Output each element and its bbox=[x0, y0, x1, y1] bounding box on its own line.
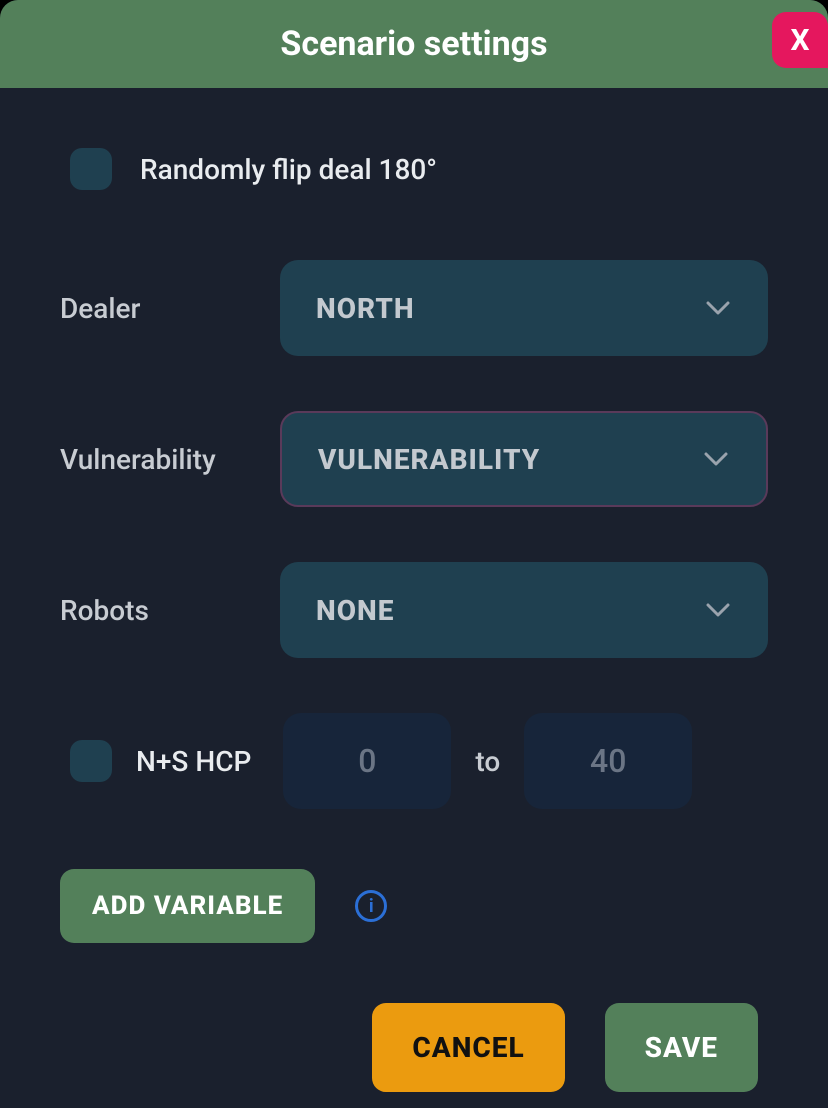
random-flip-checkbox[interactable] bbox=[70, 148, 112, 190]
dealer-value: NORTH bbox=[316, 292, 415, 325]
modal-title: Scenario settings bbox=[280, 24, 547, 64]
vulnerability-value: VULNERABILITY bbox=[318, 443, 540, 476]
close-button[interactable]: X bbox=[772, 12, 828, 68]
cancel-button[interactable]: CANCEL bbox=[372, 1003, 564, 1092]
robots-select[interactable]: NONE bbox=[280, 562, 768, 658]
hcp-max-input[interactable] bbox=[524, 713, 692, 809]
modal-footer: CANCEL SAVE bbox=[60, 1003, 768, 1092]
modal-body: Randomly flip deal 180° Dealer NORTH Vul… bbox=[0, 88, 828, 1108]
dealer-select[interactable]: NORTH bbox=[280, 260, 768, 356]
hcp-label: N+S HCP bbox=[136, 745, 251, 778]
random-flip-label: Randomly flip deal 180° bbox=[140, 153, 437, 186]
chevron-down-icon bbox=[704, 294, 732, 322]
add-variable-row: ADD VARIABLE i bbox=[60, 869, 768, 943]
robots-label: Robots bbox=[60, 594, 280, 627]
dealer-label: Dealer bbox=[60, 292, 280, 325]
hcp-row: N+S HCP to bbox=[60, 713, 768, 809]
save-button[interactable]: SAVE bbox=[605, 1003, 758, 1092]
modal-header: Scenario settings X bbox=[0, 0, 828, 88]
add-variable-button[interactable]: ADD VARIABLE bbox=[60, 869, 315, 943]
hcp-checkbox[interactable] bbox=[70, 740, 112, 782]
dealer-row: Dealer NORTH bbox=[60, 260, 768, 356]
hcp-to-label: to bbox=[475, 745, 500, 778]
info-icon[interactable]: i bbox=[355, 890, 387, 922]
vulnerability-select[interactable]: VULNERABILITY bbox=[280, 411, 768, 507]
robots-row: Robots NONE bbox=[60, 562, 768, 658]
close-icon: X bbox=[790, 23, 809, 58]
info-icon-label: i bbox=[369, 896, 374, 917]
robots-value: NONE bbox=[316, 594, 394, 627]
chevron-down-icon bbox=[704, 596, 732, 624]
vulnerability-label: Vulnerability bbox=[60, 443, 280, 476]
hcp-min-input[interactable] bbox=[283, 713, 451, 809]
random-flip-row: Randomly flip deal 180° bbox=[60, 148, 768, 190]
chevron-down-icon bbox=[702, 445, 730, 473]
vulnerability-row: Vulnerability VULNERABILITY bbox=[60, 411, 768, 507]
scenario-settings-modal: Scenario settings X Randomly flip deal 1… bbox=[0, 0, 828, 1108]
